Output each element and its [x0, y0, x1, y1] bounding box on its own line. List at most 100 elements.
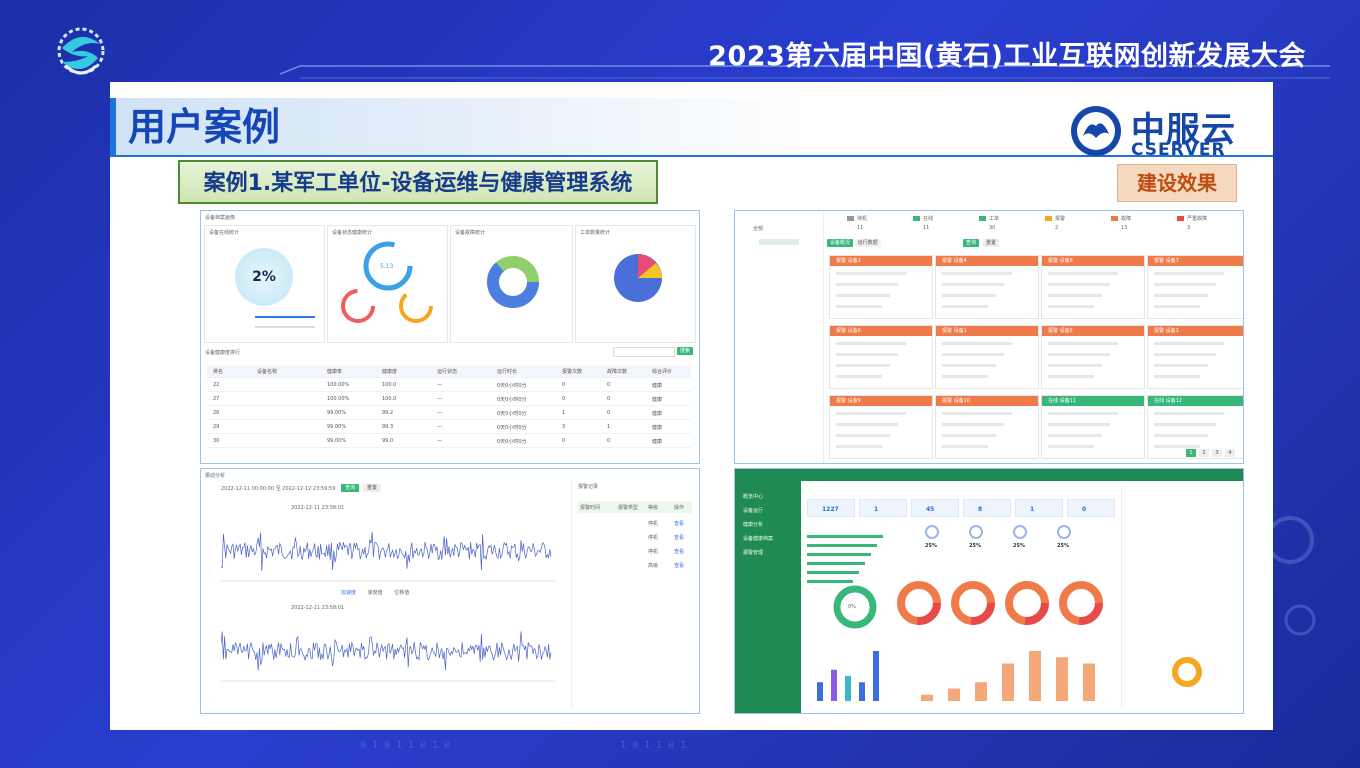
device-card-line	[942, 434, 996, 437]
col-rate: 健康率	[327, 369, 343, 375]
device-card[interactable]: 在线 设备11	[1041, 395, 1145, 459]
device-card[interactable]: 报警 设备6	[1041, 255, 1145, 319]
bar	[948, 688, 960, 701]
device-card-line	[1154, 272, 1224, 275]
status-label: 故障	[1121, 216, 1132, 222]
kpi-row: 1227 1 45 8 1 0	[807, 499, 1117, 519]
device-card[interactable]: 报警 设备1	[935, 325, 1039, 389]
page-button[interactable]: 1	[1186, 449, 1196, 457]
page-button[interactable]: 4	[1225, 449, 1235, 457]
device-card-line	[1154, 412, 1224, 415]
sidebar-item[interactable]: 健康分析	[743, 521, 763, 528]
table-cell: 0	[607, 410, 611, 416]
kpi-card: 1227	[807, 499, 855, 517]
percent-value: 25%	[1013, 543, 1025, 549]
table-title: 设备健康度排行	[205, 350, 241, 356]
tab-runtime[interactable]: 运行数据	[854, 239, 881, 247]
device-card[interactable]: 报警 设备7	[1147, 255, 1243, 319]
table-row: 27 100.00% 100.0 — 0天0小时0分 0 0 健康	[207, 393, 691, 406]
sidebar-item[interactable]: 概览中心	[743, 493, 763, 500]
device-card-line	[1154, 294, 1208, 297]
legend-vel[interactable]: 速度值	[368, 590, 383, 596]
alarm-cell[interactable]: 查看	[674, 548, 684, 555]
legend-disp[interactable]: 位移值	[394, 590, 409, 596]
sidebar-item[interactable]: 报警管理	[743, 549, 763, 556]
device-card[interactable]: 报警 设备4	[935, 255, 1039, 319]
table-cell: 99.00%	[327, 438, 347, 444]
panel1-header: 设备档案画像	[205, 215, 236, 221]
device-card-header: 报警 设备2	[830, 256, 932, 266]
device-card-line	[942, 283, 1004, 286]
kpi-value: 1227	[822, 506, 839, 513]
tab-overview[interactable]: 设备概况	[827, 239, 853, 247]
bar	[1029, 651, 1041, 701]
reset-button[interactable]: 重置	[363, 484, 381, 492]
workorder-pie	[614, 254, 662, 302]
bar	[831, 669, 837, 701]
status-dot	[913, 216, 920, 221]
alarm-row: 停机 查看	[578, 517, 692, 529]
alarm-cell: 高级	[648, 563, 659, 569]
table-cell: 健康	[652, 425, 663, 431]
tree-root[interactable]: 全部	[753, 225, 763, 232]
alarm-cell[interactable]: 查看	[674, 534, 684, 541]
table-search-input[interactable]	[613, 347, 675, 357]
status-value: 13	[1121, 225, 1128, 231]
table-cell: 99.3	[382, 424, 394, 430]
health-ring-value: 5.13	[380, 263, 394, 270]
device-card-line	[836, 434, 890, 437]
p3-query-button[interactable]: 查询	[963, 239, 979, 247]
alarm-cell[interactable]: 查看	[674, 562, 684, 569]
device-card[interactable]: 报警 设备2	[829, 255, 933, 319]
device-card-line	[942, 272, 1012, 275]
device-card[interactable]: 报警 设备10	[935, 395, 1039, 459]
sidebar-item[interactable]: 设备运行	[743, 507, 763, 514]
table-cell: 0天0小时0分	[497, 425, 527, 431]
device-card[interactable]: 报警 设备9	[829, 395, 933, 459]
device-card-line	[836, 342, 906, 345]
alarm-row: 高级 查看	[578, 559, 692, 571]
device-card[interactable]: 报警 设备5	[1041, 325, 1145, 389]
device-card-line	[836, 294, 890, 297]
conference-title: 2023第六届中国(黄石)工业互联网创新发展大会	[708, 41, 1306, 72]
sidebar-item[interactable]: 设备健康档案	[743, 535, 773, 542]
vibration-analysis-screenshot: 振动分析 2022-12-11 00:00:00 至 2022-12-12 23…	[200, 468, 700, 714]
widget-health: 设备状态健康统计 5.13	[327, 225, 448, 343]
status-dot	[979, 216, 986, 221]
widget-online: 设备在线统计 2%	[204, 225, 325, 343]
alarm-row: 停机 查看	[578, 531, 692, 543]
status-label: 严重故障	[1187, 216, 1208, 222]
device-card-line	[1048, 364, 1102, 367]
status-dot	[1111, 216, 1118, 221]
table-cell: 29	[213, 424, 220, 430]
table-search-button[interactable]: 搜索	[677, 347, 693, 355]
bar	[1083, 663, 1095, 701]
device-card-line	[1048, 375, 1094, 378]
table-cell: 0	[562, 382, 566, 388]
percent-row: 25% 25% 25% 25%	[895, 525, 1115, 565]
device-card-line	[1154, 353, 1216, 356]
bar	[1002, 663, 1014, 701]
table-cell: 30	[213, 438, 220, 444]
device-card[interactable]: 报警 设备8	[829, 325, 933, 389]
device-card-line	[836, 364, 890, 367]
device-card-line	[942, 412, 1012, 415]
status-label: 待机	[857, 216, 868, 222]
query-button[interactable]: 查询	[341, 484, 359, 492]
table-cell: 100.00%	[327, 382, 350, 388]
legend-acc[interactable]: 加速度	[341, 590, 356, 596]
device-card-line	[942, 375, 988, 378]
widget-fault-title: 设备故障统计	[455, 230, 486, 236]
kpi-value: 8	[978, 506, 983, 513]
tree-node-selected[interactable]	[759, 239, 799, 245]
kpi-card: 1	[1015, 499, 1063, 517]
page-button[interactable]: 2	[1199, 449, 1209, 457]
page-button[interactable]: 3	[1212, 449, 1222, 457]
alarm-col-type: 报警类型	[618, 505, 639, 511]
device-card-line	[1154, 364, 1208, 367]
alarm-cell[interactable]: 查看	[674, 520, 684, 527]
online-gauge: 2%	[235, 248, 293, 306]
p3-reset-button[interactable]: 重置	[983, 239, 999, 247]
device-card[interactable]: 报警 设备3	[1147, 325, 1243, 389]
conference-logo-icon	[57, 27, 105, 75]
